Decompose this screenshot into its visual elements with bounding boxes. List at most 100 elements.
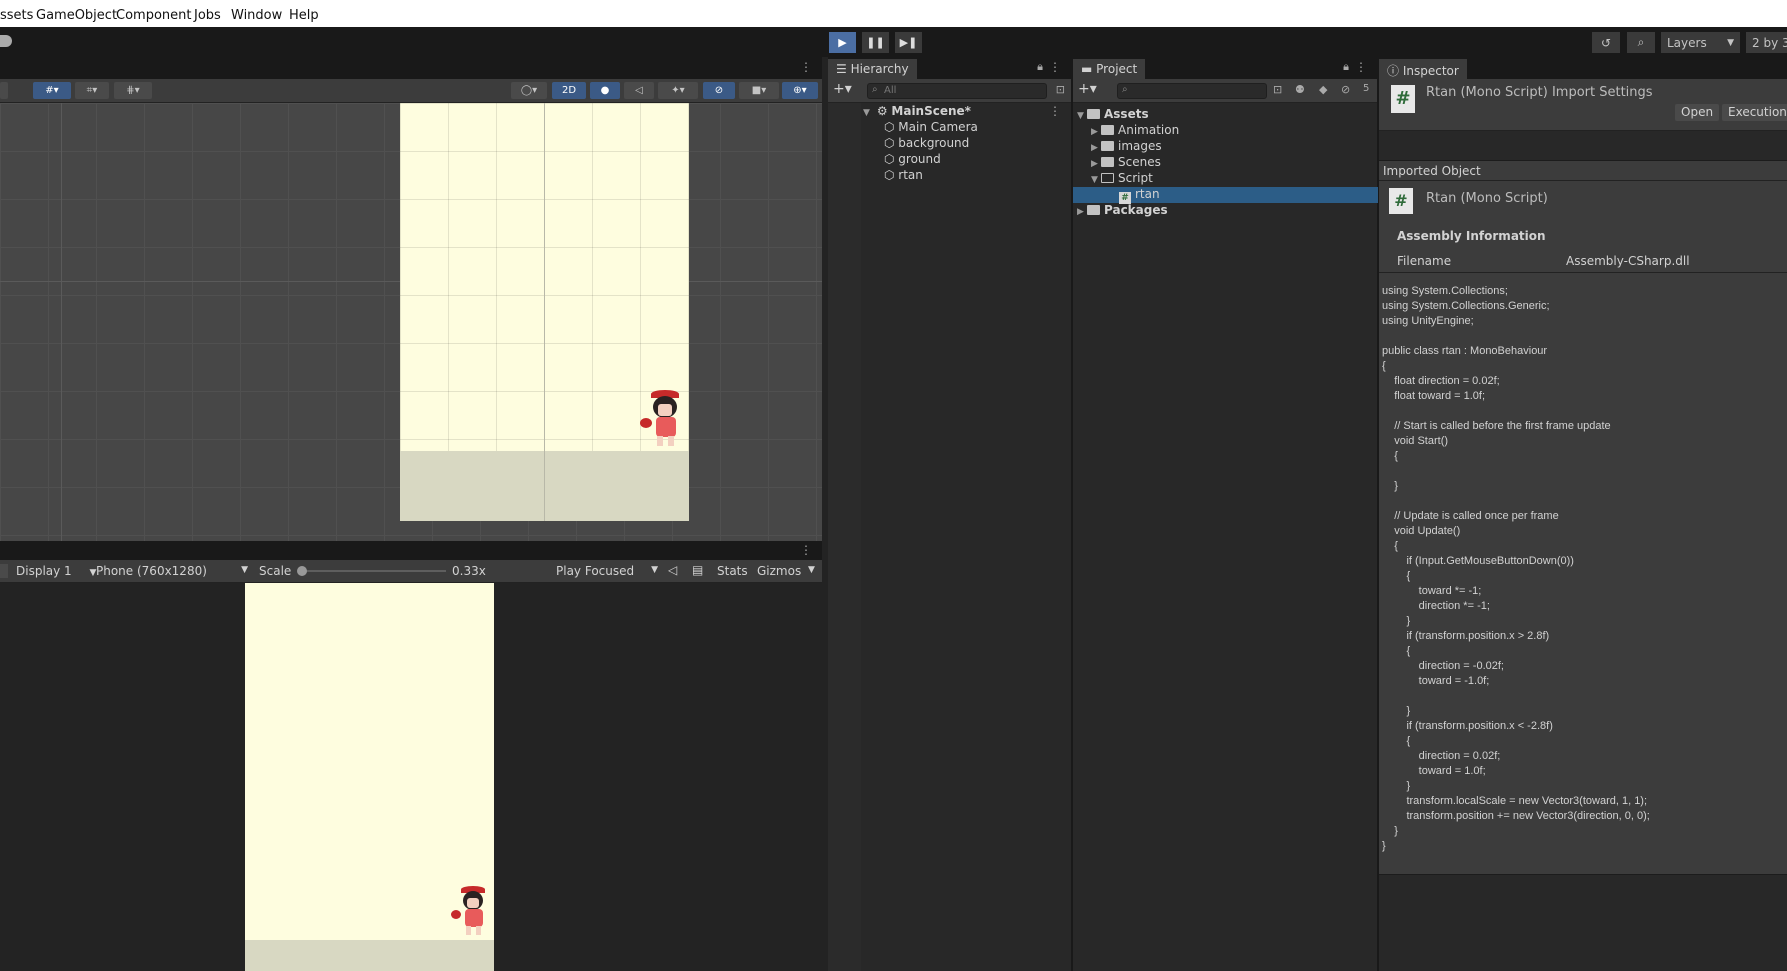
menu-jobs[interactable]: Jobs [194,8,221,23]
scene-axis-line [0,103,62,541]
folder-label: Script [1118,171,1153,185]
hierarchy-tabbar: ☰ Hierarchy 🔒︎ ⋮ [828,57,1071,79]
rtan-sprite-scene[interactable] [638,390,690,454]
menu-component[interactable]: Component [116,8,191,23]
expand-arrow-icon[interactable]: ▶ [1091,127,1101,137]
more-options-icon[interactable]: ⋮ [1049,60,1061,74]
mute-audio-icon[interactable]: ◁ [668,563,677,577]
gameobject-cube-icon: ⬡ [884,136,899,150]
execution-order-button[interactable]: Execution O [1722,104,1787,121]
layers-dropdown[interactable]: Layers ▼ [1661,32,1740,53]
align-button[interactable]: ⋕▾ [114,82,152,99]
expand-arrow-icon[interactable]: ▼ [863,108,873,118]
account-icon[interactable] [0,35,12,47]
play-focused-dropdown[interactable]: Play Focused ▼ [556,564,658,578]
project-row-animation[interactable]: ▶ Animation [1073,123,1378,139]
increment-snap-button[interactable]: ⌗▾ [75,82,109,99]
play-button[interactable]: ▶ [829,32,856,53]
scene-name: MainScene* [891,104,971,118]
effects-dropdown[interactable]: ✦▾ [658,82,698,99]
project-row-rtan-script[interactable]: # rtan [1073,187,1378,204]
project-tabbar: ▬ Project 🔒︎ ⋮ [1073,57,1377,79]
chevron-down-icon[interactable]: ▼ [808,565,815,575]
create-asset-button[interactable]: +▾ [1078,81,1097,97]
expand-arrow-icon[interactable]: ▶ [1091,143,1101,153]
expand-arrow-icon[interactable]: ▶ [1091,159,1101,169]
hidden-packages-icon[interactable]: ⊘ [1341,83,1350,96]
project-row-assets[interactable]: ▼ Assets [1073,107,1378,123]
keyboard-icon[interactable]: ▤ [692,563,703,577]
display-dropdown[interactable]: Display 1 ▼ [16,564,96,578]
undo-history-button[interactable]: ↺ [1592,32,1620,53]
project-row-images[interactable]: ▶ images [1073,139,1378,155]
expand-arrow-icon[interactable]: ▶ [1077,207,1087,217]
gameobject-cube-icon: ⬡ [884,120,899,134]
item-label: background [898,136,970,150]
bulb-icon: ● [600,85,610,96]
grid-snap-button[interactable]: #▾ [33,82,71,99]
filename-row: Filename Assembly-CSharp.dll [1379,251,1787,273]
project-search-input[interactable]: ⌕ [1117,83,1267,99]
open-button[interactable]: Open [1675,104,1720,121]
scene-search-icon[interactable]: ⊡ [1056,83,1065,96]
lock-icon[interactable]: 🔒︎ [1343,60,1349,74]
imported-object-header: Imported Object [1379,161,1787,181]
search-scope-icon[interactable]: ⊡ [1273,83,1282,96]
game-tab-selector[interactable] [0,564,8,578]
game-canvas[interactable] [245,583,494,971]
project-panel: ▬ Project 🔒︎ ⋮ +▾ ⌕ ⊡ ⚉ ◆ ⊘ 5 ▼ Assets ▶ A… [1072,57,1378,971]
chevron-down-icon: ▼ [651,565,658,575]
menu-gameobject[interactable]: GameObject [36,8,117,23]
rtan-sprite-game [450,886,496,942]
scale-slider[interactable] [297,566,446,576]
filter-type-icon[interactable]: ⚉ [1295,83,1305,96]
tab-inspector[interactable]: ⓘ Inspector [1379,59,1467,79]
sphere-icon: ◯▾ [520,85,538,96]
gizmos-scene-dropdown[interactable]: ⊕▾ [782,82,818,99]
project-row-scenes[interactable]: ▶ Scenes [1073,155,1378,171]
scene-tool-left[interactable] [0,82,8,99]
more-options-icon[interactable]: ⋮ [800,543,812,557]
filter-label-icon[interactable]: ◆ [1319,83,1327,96]
play-icon: ▶ [838,36,847,49]
scene-row[interactable]: ▼ ⚙ MainScene* [863,104,1106,120]
mode-2d-button[interactable]: 2D [552,82,586,99]
assembly-info-label: Assembly Information [1397,229,1546,243]
tab-hierarchy[interactable]: ☰ Hierarchy [828,59,917,79]
lock-icon[interactable]: 🔒︎ [1037,60,1043,74]
resolution-dropdown[interactable]: Phone (760x1280) ▼ [96,564,248,578]
visibility-toggle[interactable]: ⊘ [703,82,735,99]
add-object-button[interactable]: +▾ [833,81,852,97]
audio-toggle[interactable]: ◁ [624,82,654,99]
step-button[interactable]: ▶❚ [895,32,922,53]
layout-dropdown[interactable]: 2 by 3 [1746,32,1787,53]
stats-button[interactable]: Stats [717,564,748,578]
menu-help[interactable]: Help [289,8,319,23]
layers-label: Layers [1667,35,1707,50]
gizmos-button[interactable]: Gizmos [757,564,801,578]
shading-mode-button[interactable]: ◯▾ [511,82,547,99]
search-icon: ⌕ [1637,35,1645,49]
hierarchy-search-input[interactable]: ⌕ All [867,83,1047,99]
camera-dropdown[interactable]: ■▾ [739,82,779,99]
game-toolbar: Display 1 ▼ Phone (760x1280) ▼ Scale 0.3… [0,560,822,583]
scale-slider-handle[interactable] [297,566,307,576]
expand-arrow-icon[interactable]: ▼ [1077,111,1087,121]
search-button[interactable]: ⌕ [1627,32,1655,53]
lighting-toggle[interactable]: ● [590,82,620,99]
project-row-packages[interactable]: ▶ Packages [1073,203,1378,219]
more-options-icon[interactable]: ⋮ [1355,60,1367,74]
tab-project[interactable]: ▬ Project [1073,59,1146,79]
scene-more-options-icon[interactable]: ⋮ [1049,104,1061,118]
chevron-down-icon: ▼ [1727,37,1734,48]
search-icon: ⌕ [872,84,878,95]
expand-arrow-icon[interactable]: ▼ [1091,175,1101,185]
project-row-script[interactable]: ▼ Script [1073,171,1378,187]
gizmo-icon: ⊕▾ [793,85,807,96]
menu-window[interactable]: Window [231,8,282,23]
pause-button[interactable]: ❚❚ [862,32,889,53]
search-icon: ⌕ [1122,84,1128,95]
menu-assets[interactable]: ssets [0,8,33,23]
scene-canvas[interactable] [0,103,822,541]
more-options-icon[interactable]: ⋮ [800,60,812,74]
